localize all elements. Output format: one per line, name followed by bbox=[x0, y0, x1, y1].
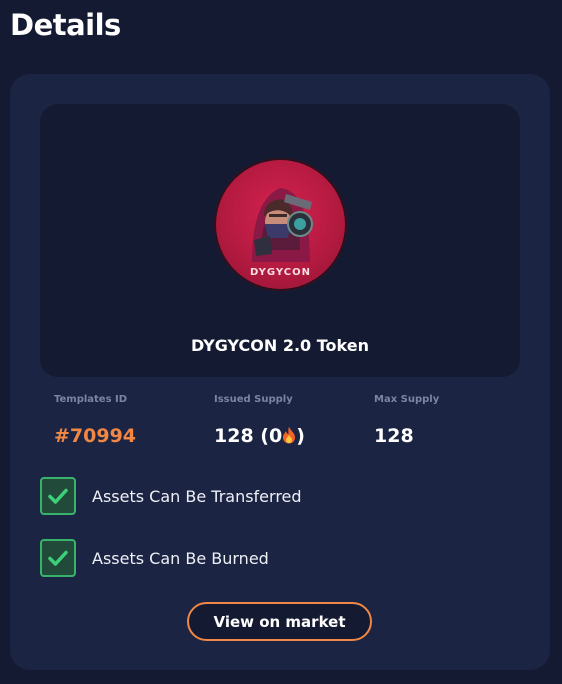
stat-label: Max Supply bbox=[374, 394, 440, 405]
token-image-caption: DYGYCON bbox=[250, 267, 311, 278]
stat-label: Templates ID bbox=[54, 394, 128, 405]
stat-max-supply: Max Supply 128 bbox=[374, 394, 439, 447]
stat-label: Issued Supply bbox=[214, 394, 293, 405]
stat-templates-id: Templates ID #70994 bbox=[54, 394, 136, 447]
stat-value: 128 (0) bbox=[214, 425, 305, 449]
checkmark-icon bbox=[48, 488, 68, 504]
details-card: DYGYCON DYGYCON 2.0 Token Templates ID #… bbox=[10, 74, 550, 670]
view-on-market-button[interactable]: View on market bbox=[187, 602, 372, 641]
token-image: DYGYCON bbox=[214, 158, 347, 291]
token-preview: DYGYCON DYGYCON 2.0 Token bbox=[40, 104, 520, 377]
check-row-transferable: Assets Can Be Transferred bbox=[40, 477, 302, 515]
check-label: Assets Can Be Burned bbox=[92, 548, 269, 568]
check-label: Assets Can Be Transferred bbox=[92, 486, 302, 506]
page-title: Details bbox=[10, 8, 121, 42]
stat-value: 128 bbox=[374, 425, 414, 447]
burnable-checkbox[interactable] bbox=[40, 539, 76, 577]
template-id-link[interactable]: #70994 bbox=[54, 425, 136, 447]
checkmark-icon bbox=[48, 550, 68, 566]
transferable-checkbox[interactable] bbox=[40, 477, 76, 515]
stat-issued-supply: Issued Supply 128 (0) bbox=[214, 394, 305, 449]
issued-supply-value: 128 (0 bbox=[214, 425, 283, 447]
check-row-burnable: Assets Can Be Burned bbox=[40, 539, 269, 577]
issued-supply-suffix: ) bbox=[296, 425, 305, 447]
token-name: DYGYCON 2.0 Token bbox=[191, 336, 369, 355]
fire-icon bbox=[282, 426, 296, 449]
